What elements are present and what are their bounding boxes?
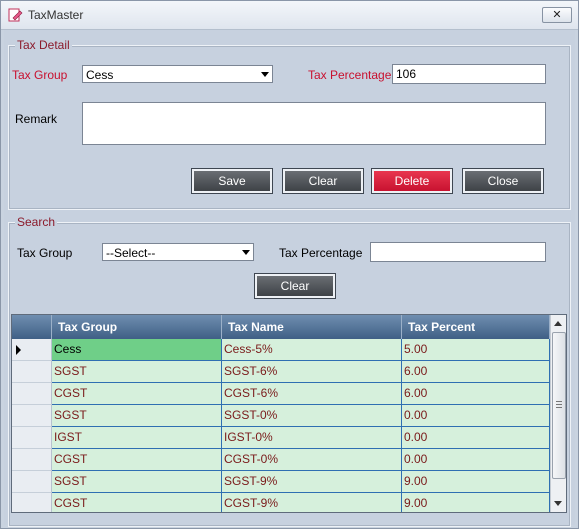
table-row[interactable]: SGST SGST-0% 0.00	[12, 405, 550, 427]
tax-group-cell[interactable]: SGST	[52, 471, 222, 493]
table-row[interactable]: SGST SGST-6% 6.00	[12, 361, 550, 383]
tax-grid[interactable]: Tax Group Tax Name Tax Percent Cess Cess-…	[11, 314, 567, 513]
scroll-thumb[interactable]	[552, 332, 566, 479]
tax-group-cell[interactable]: CGST	[52, 493, 222, 512]
tax-percent-cell[interactable]: 6.00	[402, 361, 550, 383]
tax-name-cell[interactable]: CGST-0%	[222, 449, 402, 471]
search-tax-percentage-label: Tax Percentage	[279, 246, 363, 260]
remark-textarea[interactable]	[82, 102, 546, 145]
tax-name-cell[interactable]: Cess-5%	[222, 339, 402, 361]
row-header[interactable]	[12, 449, 52, 471]
search-legend: Search	[15, 215, 58, 229]
tax-percent-cell[interactable]: 9.00	[402, 493, 550, 512]
tax-percentage-label: Tax Percentage	[308, 68, 392, 82]
grip-icon	[556, 401, 562, 402]
tax-group-cell[interactable]: Cess	[52, 339, 222, 361]
delete-button[interactable]: Delete	[371, 168, 453, 194]
table-row[interactable]: CGST CGST-6% 6.00	[12, 383, 550, 405]
title-bar[interactable]: TaxMaster ✕	[1, 1, 578, 30]
chevron-down-icon	[261, 72, 269, 77]
row-header[interactable]	[12, 361, 52, 383]
search-tax-group-select[interactable]: --Select--	[102, 243, 254, 261]
tax-percent-cell[interactable]: 9.00	[402, 471, 550, 493]
tax-name-cell[interactable]: SGST-0%	[222, 405, 402, 427]
tax-name-cell[interactable]: CGST-6%	[222, 383, 402, 405]
taxmaster-window: TaxMaster ✕ Tax Detail Tax Group Cess Ta…	[0, 0, 579, 529]
tax-percent-cell[interactable]: 6.00	[402, 383, 550, 405]
column-header-tax-group[interactable]: Tax Group	[52, 315, 222, 339]
search-tax-group-selected-value: --Select--	[106, 246, 156, 260]
column-header-tax-percent[interactable]: Tax Percent	[402, 315, 550, 339]
remark-label: Remark	[15, 112, 58, 126]
row-header[interactable]	[12, 493, 52, 512]
row-header-corner	[12, 315, 52, 339]
tax-name-cell[interactable]: SGST-6%	[222, 361, 402, 383]
row-header[interactable]	[12, 339, 52, 361]
tax-group-cell[interactable]: IGST	[52, 427, 222, 449]
search-tax-group-label: Tax Group	[17, 246, 73, 260]
tax-group-selected-value: Cess	[86, 68, 114, 82]
search-tax-percentage-input[interactable]	[370, 242, 546, 262]
tax-name-cell[interactable]: CGST-9%	[222, 493, 402, 512]
row-header[interactable]	[12, 405, 52, 427]
window-title: TaxMaster	[28, 8, 84, 22]
window-close-button[interactable]: ✕	[542, 7, 572, 23]
tax-percent-cell[interactable]: 0.00	[402, 405, 550, 427]
row-header[interactable]	[12, 471, 52, 493]
table-row[interactable]: CGST CGST-9% 9.00	[12, 493, 550, 512]
scroll-down-icon[interactable]	[554, 501, 562, 506]
table-row[interactable]: Cess Cess-5% 5.00	[12, 339, 550, 361]
column-header-tax-name[interactable]: Tax Name	[222, 315, 402, 339]
tax-group-cell[interactable]: SGST	[52, 361, 222, 383]
current-row-pointer-icon	[16, 345, 21, 355]
save-button[interactable]: Save	[191, 168, 273, 194]
tax-name-cell[interactable]: IGST-0%	[222, 427, 402, 449]
tax-group-cell[interactable]: CGST	[52, 383, 222, 405]
tax-group-label: Tax Group	[12, 68, 68, 82]
row-header[interactable]	[12, 383, 52, 405]
tax-percent-cell[interactable]: 0.00	[402, 449, 550, 471]
search-clear-button[interactable]: Clear	[254, 273, 336, 299]
tax-percent-cell[interactable]: 0.00	[402, 427, 550, 449]
clear-button[interactable]: Clear	[282, 168, 364, 194]
tax-group-cell[interactable]: SGST	[52, 405, 222, 427]
form-body: Tax Detail Tax Group Cess Tax Percentage…	[4, 30, 575, 527]
tax-detail-legend: Tax Detail	[15, 38, 72, 52]
scroll-up-icon[interactable]	[554, 321, 562, 326]
tax-percent-cell[interactable]: 5.00	[402, 339, 550, 361]
tax-name-cell[interactable]: SGST-9%	[222, 471, 402, 493]
table-row[interactable]: SGST SGST-9% 9.00	[12, 471, 550, 493]
document-edit-icon	[8, 8, 23, 22]
tax-group-select[interactable]: Cess	[82, 65, 273, 83]
grid-header: Tax Group Tax Name Tax Percent	[12, 315, 550, 339]
table-row[interactable]: CGST CGST-0% 0.00	[12, 449, 550, 471]
close-button[interactable]: Close	[462, 168, 544, 194]
tax-percentage-input[interactable]: 106	[392, 64, 546, 84]
tax-group-cell[interactable]: CGST	[52, 449, 222, 471]
chevron-down-icon	[242, 250, 250, 255]
vertical-scrollbar[interactable]	[550, 315, 566, 512]
table-row[interactable]: IGST IGST-0% 0.00	[12, 427, 550, 449]
row-header[interactable]	[12, 427, 52, 449]
